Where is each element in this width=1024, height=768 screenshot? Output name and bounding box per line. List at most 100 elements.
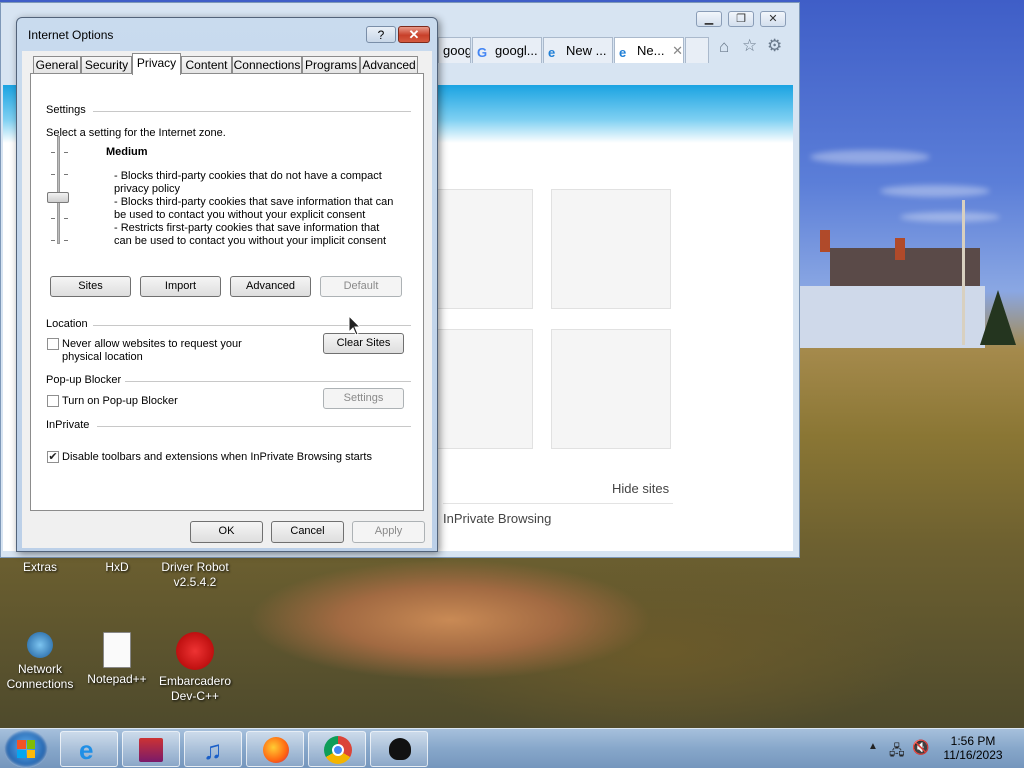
firefox-icon: [263, 737, 289, 763]
cloud: [880, 185, 990, 197]
new-tab-button[interactable]: [685, 37, 709, 63]
location-checkbox-label: Never allow websites to request your phy…: [62, 338, 242, 363]
dialog-title: Internet Options: [28, 28, 114, 42]
cloud: [900, 212, 1000, 222]
desktop-icon-label: Notepad++: [87, 672, 147, 686]
inprivate-checkbox[interactable]: ✔: [47, 451, 59, 463]
desktop-icon-dev-cpp[interactable]: Embarcadero Dev-C++: [155, 632, 235, 704]
location-checkbox[interactable]: [47, 338, 59, 350]
close-tab-icon[interactable]: ✕: [672, 43, 683, 58]
desktop-icon-driver-robot[interactable]: Driver Robot v2.5.4.2: [155, 560, 235, 590]
taskbar-archive-manager[interactable]: [122, 731, 180, 767]
desktop-icon-network-connections[interactable]: Network Connections: [0, 632, 80, 692]
pine-tree: [980, 290, 1016, 345]
tab-advanced[interactable]: Advanced: [360, 56, 418, 74]
tab-programs[interactable]: Programs: [302, 56, 360, 74]
popup-settings-button[interactable]: Settings: [323, 388, 404, 409]
hide-sites-link[interactable]: Hide sites: [612, 481, 669, 496]
ie-icon: e: [79, 735, 94, 765]
close-dialog-button[interactable]: ✕: [398, 26, 430, 43]
ie-icon: e: [548, 45, 556, 60]
privacy-tab-page: Settings Select a setting for the Intern…: [30, 73, 424, 511]
advanced-button[interactable]: Advanced: [230, 276, 311, 297]
volume-muted-icon[interactable]: 🔇: [912, 739, 929, 756]
desktop-icon-notepadpp[interactable]: Notepad++: [77, 632, 157, 687]
chrome-icon: [324, 736, 352, 764]
taskbar-itunes[interactable]: ♫: [184, 731, 242, 767]
tab-privacy[interactable]: Privacy: [132, 53, 181, 75]
privacy-level: Medium: [106, 146, 148, 158]
internet-options-dialog: Internet Options ? ✕ General Security Pr…: [16, 17, 438, 552]
taskbar-firefox[interactable]: [246, 731, 304, 767]
archive-icon: [139, 738, 163, 762]
tab-general[interactable]: General: [33, 56, 81, 74]
taskbar-inkscape[interactable]: [370, 731, 428, 767]
clock-time: 1:56 PM: [950, 734, 996, 748]
dialog-body: General Security Privacy Content Connect…: [22, 51, 432, 548]
clear-sites-button[interactable]: Clear Sites: [323, 333, 404, 354]
tab-title: Ne...: [637, 43, 665, 58]
site-tile[interactable]: [551, 189, 671, 309]
inprivate-group-label: InPrivate: [46, 419, 94, 431]
maximize-button[interactable]: ❐: [728, 11, 754, 27]
desktop-icon-label: Extras: [22, 560, 57, 574]
sites-button[interactable]: Sites: [50, 276, 131, 297]
settings-group-label: Settings: [46, 104, 90, 116]
popup-blocker-checkbox[interactable]: [47, 395, 59, 407]
privacy-slider-thumb[interactable]: [47, 192, 69, 203]
inprivate-browsing-link[interactable]: InPrivate Browsing: [443, 511, 551, 526]
tab-connections[interactable]: Connections: [232, 56, 302, 74]
network-icon: [27, 632, 53, 658]
music-note-icon: ♫: [203, 735, 223, 765]
group-divider: [93, 111, 411, 112]
default-button[interactable]: Default: [320, 276, 402, 297]
favorites-star-icon[interactable]: ☆: [742, 36, 757, 56]
show-hidden-icons-button[interactable]: ▲: [868, 741, 878, 752]
privacy-description-2: - Blocks third-party cookies that save i…: [114, 196, 394, 221]
privacy-slider-track[interactable]: [57, 136, 60, 244]
notepad-icon: [103, 632, 131, 668]
tab-title: googl...: [443, 43, 471, 58]
apply-button[interactable]: Apply: [352, 521, 425, 543]
start-button[interactable]: [4, 730, 48, 768]
desktop-icon-extras[interactable]: Extras: [0, 560, 80, 575]
tab-security[interactable]: Security: [81, 56, 132, 74]
close-button[interactable]: ✕: [760, 11, 786, 27]
tab-content[interactable]: Content: [181, 56, 232, 74]
minimize-button[interactable]: ▁: [696, 11, 722, 27]
home-icon[interactable]: ⌂: [719, 37, 729, 57]
popup-group-label: Pop-up Blocker: [46, 374, 126, 386]
taskbar-internet-explorer[interactable]: e: [60, 731, 118, 767]
divider: [443, 503, 673, 504]
ie-icon: e: [619, 45, 627, 60]
import-button[interactable]: Import: [140, 276, 221, 297]
desktop-icon-label: HxD: [105, 560, 129, 574]
ok-button[interactable]: OK: [190, 521, 263, 543]
privacy-description-3: - Restricts first-party cookies that sav…: [114, 222, 387, 247]
help-button[interactable]: ?: [366, 26, 396, 43]
privacy-description-1: - Blocks third-party cookies that do not…: [114, 170, 382, 195]
clock-date: 11/16/2023: [943, 748, 1003, 762]
cloud: [810, 150, 930, 164]
browser-tab[interactable]: e New ...: [543, 37, 613, 63]
mouse-cursor-icon: [348, 315, 362, 336]
windows-logo-icon: [17, 740, 35, 758]
cancel-button[interactable]: Cancel: [271, 521, 344, 543]
desktop-icon-hxd[interactable]: HxD: [77, 560, 157, 575]
settings-intro: Select a setting for the Internet zone.: [46, 127, 226, 139]
taskbar: e ♫ ▲ 🖧 🔇 1:56 PM 11/16/2023: [0, 728, 1024, 768]
group-divider: [123, 381, 411, 382]
taskbar-chrome[interactable]: [308, 731, 366, 767]
browser-tab[interactable]: googl...: [438, 37, 471, 63]
house-image: [800, 230, 985, 348]
clock[interactable]: 1:56 PM 11/16/2023: [940, 734, 1006, 762]
inprivate-checkbox-label: Disable toolbars and extensions when InP…: [62, 451, 372, 463]
gear-icon[interactable]: ⚙: [767, 36, 782, 56]
network-tray-icon[interactable]: 🖧: [889, 740, 905, 764]
browser-tab-active[interactable]: e Ne... ✕: [614, 37, 684, 63]
site-tile[interactable]: [551, 329, 671, 449]
browser-tab[interactable]: Ggoogl...: [472, 37, 542, 63]
devcpp-icon: [176, 632, 214, 670]
flag-pole: [962, 200, 965, 345]
inkscape-icon: [389, 738, 411, 760]
